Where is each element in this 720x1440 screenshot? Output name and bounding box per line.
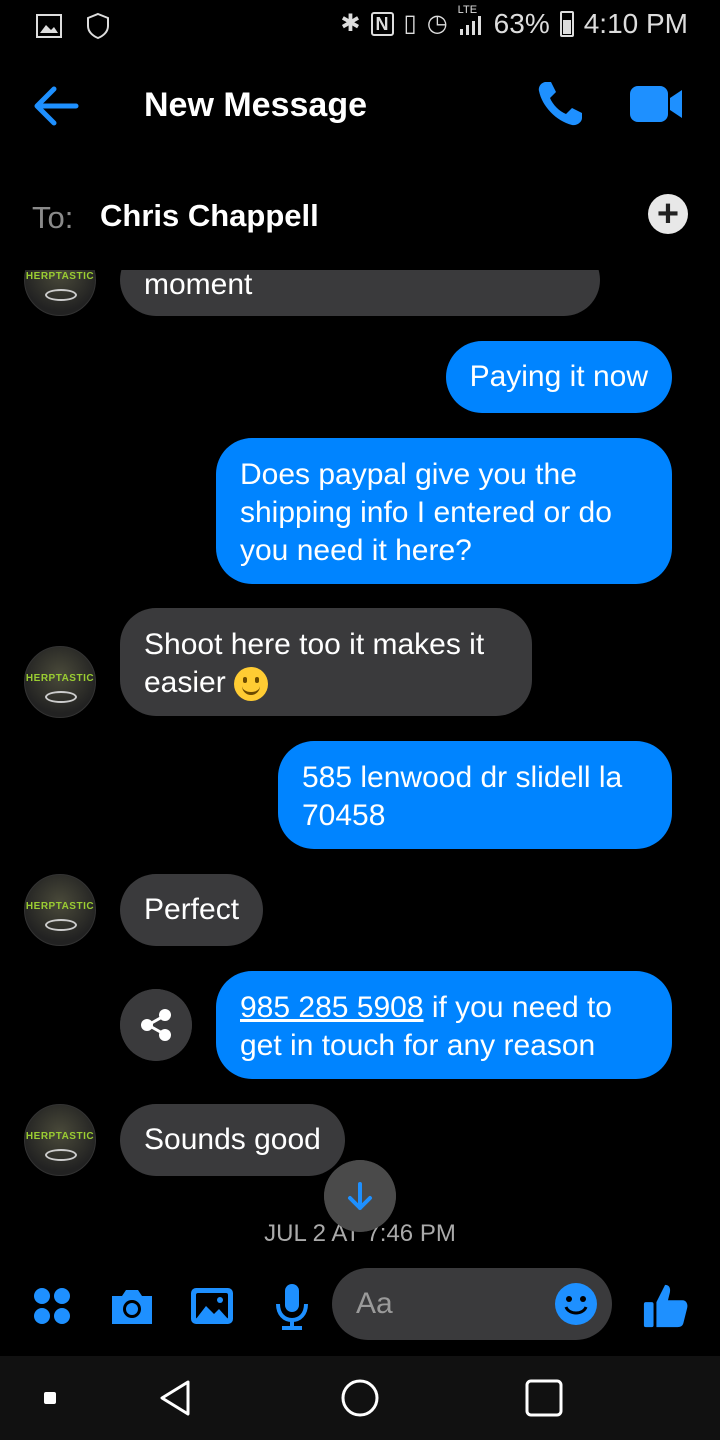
bluetooth-icon: ✱ <box>340 10 361 37</box>
slightly-smiling-face-icon <box>234 667 269 702</box>
message-bubble-outgoing[interactable]: 985 285 5908 if you need to get in touch… <box>216 971 672 1079</box>
avatar-logo-text: HERPTASTIC <box>25 1131 95 1142</box>
battery-icon <box>559 11 574 37</box>
emoji-icon[interactable] <box>554 1282 598 1326</box>
message-input[interactable] <box>356 1284 546 1324</box>
page-title: New Message <box>144 86 367 124</box>
avatar[interactable]: HERPTASTIC <box>24 1104 96 1176</box>
thumbs-up-icon[interactable] <box>642 1280 692 1332</box>
lizard-icon <box>45 1149 77 1161</box>
recipient-name[interactable]: Chris Chappell <box>100 198 319 234</box>
shield-icon <box>87 12 109 40</box>
message-text: Perfect <box>144 893 240 926</box>
avatar-logo-text: HERPTASTIC <box>25 673 95 684</box>
lizard-icon <box>45 919 77 931</box>
microphone-icon[interactable] <box>266 1280 318 1332</box>
message-bubble-incoming[interactable]: moment <box>120 270 600 316</box>
battery-percent: 63% <box>493 8 550 39</box>
lizard-icon <box>45 691 77 703</box>
status-bar: ✱ N ▯ ◷ LTE 63% 4:10 PM <box>0 0 720 50</box>
gallery-icon <box>36 14 62 38</box>
home-icon[interactable] <box>338 1376 382 1420</box>
message-bubble-outgoing[interactable]: Does paypal give you the shipping info I… <box>216 438 672 584</box>
phone-icon[interactable] <box>534 78 586 130</box>
clock: 4:10 PM <box>583 8 688 39</box>
composer <box>0 1266 720 1346</box>
message-bubble-incoming[interactable]: Sounds good <box>120 1104 345 1176</box>
scroll-down-icon[interactable] <box>324 1160 396 1232</box>
back-arrow-icon[interactable] <box>28 78 84 134</box>
message-bubble-incoming[interactable]: Perfect <box>120 874 264 946</box>
nfc-icon: N <box>370 12 394 36</box>
gallery-icon[interactable] <box>186 1280 238 1332</box>
message-text: Paying it now <box>469 360 648 393</box>
apps-icon[interactable] <box>26 1280 78 1332</box>
message-bubble-incoming[interactable]: Shoot here too it makes it easier <box>120 608 532 716</box>
back-icon[interactable] <box>154 1376 198 1420</box>
avatar[interactable]: HERPTASTIC <box>24 874 96 946</box>
alarm-icon: ◷ <box>426 10 448 37</box>
phone-number-link[interactable]: 985 285 5908 <box>240 991 424 1024</box>
signal-icon: LTE <box>458 5 484 39</box>
message-bubble-outgoing[interactable]: 585 lenwood dr slidell la 70458 <box>278 741 672 849</box>
lizard-icon <box>45 289 77 301</box>
avatar[interactable]: HERPTASTIC <box>24 270 96 316</box>
video-icon[interactable] <box>628 80 686 128</box>
camera-icon[interactable] <box>106 1280 158 1332</box>
message-text: Does paypal give you the shipping info I… <box>240 458 612 567</box>
recipient-row: To: Chris Chappell + <box>0 186 720 250</box>
message-input-container[interactable] <box>332 1268 612 1340</box>
avatar[interactable]: HERPTASTIC <box>24 646 96 718</box>
message-text: 585 lenwood dr slidell la 70458 <box>302 761 623 832</box>
add-recipient-button[interactable]: + <box>648 194 688 234</box>
network-type: LTE <box>457 4 478 16</box>
avatar-logo-text: HERPTASTIC <box>25 901 95 912</box>
recent-apps-icon[interactable] <box>28 1376 72 1420</box>
conversation[interactable]: HERPTASTIC moment Paying it now Does pay… <box>0 270 720 1260</box>
header: New Message <box>0 60 720 160</box>
vibrate-icon: ▯ <box>403 10 417 37</box>
system-nav-bar <box>0 1356 720 1440</box>
message-text: Shoot here too it makes it easier <box>144 628 485 699</box>
to-label: To: <box>32 200 74 235</box>
overview-icon[interactable] <box>522 1376 566 1420</box>
message-text: moment <box>144 270 253 301</box>
message-text: Sounds good <box>144 1123 321 1156</box>
avatar-logo-text: HERPTASTIC <box>25 271 95 282</box>
message-bubble-outgoing[interactable]: Paying it now <box>445 341 672 413</box>
share-icon[interactable] <box>120 989 192 1061</box>
